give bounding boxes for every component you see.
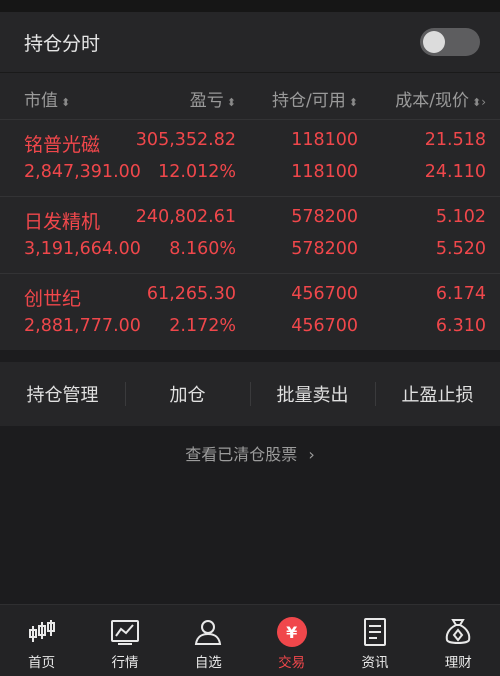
position-row[interactable]: 日发精机 240,802.61 578200 5.102 3,191,664.0… xyxy=(0,196,500,273)
current-price: 24.110 xyxy=(424,162,486,182)
view-cleared-stocks-link[interactable]: 查看已清仓股票 › xyxy=(0,441,500,465)
chevron-right-icon: › xyxy=(308,445,315,464)
column-label: 盈亏 xyxy=(189,91,224,111)
sort-icon: ⬍ xyxy=(61,96,71,109)
stock-name: 创世纪 xyxy=(24,288,82,310)
manage-positions-button[interactable]: 持仓管理 xyxy=(0,362,125,426)
batch-sell-button[interactable]: 批量卖出 xyxy=(250,362,375,426)
tab-label: 资讯 xyxy=(361,655,389,671)
available-qty: 578200 xyxy=(291,239,358,259)
column-holding[interactable]: 持仓/可用 ⬍ xyxy=(272,86,358,111)
tab-label: 自选 xyxy=(194,655,222,671)
sort-icon: ⬍ xyxy=(471,96,482,109)
candlestick-icon xyxy=(28,620,55,642)
money-bag-icon xyxy=(446,619,471,644)
cost-price: 21.518 xyxy=(424,130,486,150)
holding-qty: 118100 xyxy=(291,130,358,150)
column-market-value[interactable]: 市值 ⬍ xyxy=(24,86,70,111)
column-cost[interactable]: 成本/现价 ⬍› xyxy=(395,86,486,111)
holding-qty: 456700 xyxy=(291,284,358,304)
intraday-toggle-row: 持仓分时 xyxy=(0,12,500,73)
profit-loss: 240,802.61 xyxy=(135,207,236,227)
available-qty: 456700 xyxy=(291,316,358,336)
profit-loss-pct: 12.012% xyxy=(158,162,236,182)
position-actions: 持仓管理 加仓 批量卖出 止盈止损 xyxy=(0,362,500,426)
stock-name: 日发精机 xyxy=(24,211,101,233)
market-value: 2,847,391.00 xyxy=(24,162,141,182)
tab-watchlist[interactable]: 自选 xyxy=(167,605,250,676)
tab-trade[interactable]: ¥ 交易 xyxy=(250,605,333,676)
column-label: 持仓/可用 xyxy=(272,91,346,111)
tab-market[interactable]: 行情 xyxy=(83,605,166,676)
profit-loss-pct: 2.172% xyxy=(169,316,236,336)
status-strip xyxy=(0,0,500,12)
user-icon xyxy=(195,620,222,645)
yen-icon: ¥ xyxy=(276,617,307,647)
tab-home[interactable]: 首页 xyxy=(0,605,83,676)
position-row[interactable]: 创世纪 61,265.30 456700 6.174 2,881,777.00 … xyxy=(0,273,500,350)
current-price: 5.520 xyxy=(435,239,486,259)
available-qty: 118100 xyxy=(291,162,358,182)
toggle-knob xyxy=(423,31,445,53)
tab-label: 理财 xyxy=(444,655,472,671)
market-value: 2,881,777.00 xyxy=(24,316,141,336)
profit-loss: 305,352.82 xyxy=(135,130,236,150)
cost-price: 6.174 xyxy=(435,284,486,304)
stock-name: 铭普光磁 xyxy=(24,134,101,156)
column-label: 市值 xyxy=(24,91,58,111)
positions-list: 铭普光磁 305,352.82 118100 21.518 2,847,391.… xyxy=(0,119,500,350)
profit-loss-pct: 8.160% xyxy=(169,239,236,259)
document-icon xyxy=(363,618,386,646)
tab-wealth[interactable]: 理财 xyxy=(417,605,500,676)
column-label: 成本/现价 xyxy=(395,91,469,111)
table-header: 市值 ⬍ 盈亏 ⬍ 持仓/可用 ⬍ 成本/现价 ⬍› xyxy=(0,73,500,119)
profit-loss: 61,265.30 xyxy=(146,284,236,304)
position-row[interactable]: 铭普光磁 305,352.82 118100 21.518 2,847,391.… xyxy=(0,119,500,196)
chevron-right-icon: › xyxy=(481,95,486,109)
bottom-tab-bar: 首页 行情 自选 ¥ 交易 资讯 理财 xyxy=(0,604,500,676)
cost-price: 5.102 xyxy=(435,207,486,227)
trend-chart-icon xyxy=(110,620,139,645)
tab-label: 首页 xyxy=(28,655,56,671)
column-pl[interactable]: 盈亏 ⬍ xyxy=(190,86,236,111)
sort-icon: ⬍ xyxy=(226,96,236,109)
intraday-toggle[interactable] xyxy=(420,28,480,56)
header-title: 持仓分时 xyxy=(24,32,101,55)
market-value: 3,191,664.00 xyxy=(24,239,141,259)
sort-icon: ⬍ xyxy=(348,96,358,109)
tab-label: 行情 xyxy=(111,655,139,671)
tab-news[interactable]: 资讯 xyxy=(333,605,416,676)
tab-label: 交易 xyxy=(278,655,306,671)
holding-qty: 578200 xyxy=(291,207,358,227)
stop-profit-loss-button[interactable]: 止盈止损 xyxy=(375,362,500,426)
current-price: 6.310 xyxy=(435,316,486,336)
cleared-link-label: 查看已清仓股票 xyxy=(185,445,298,464)
add-position-button[interactable]: 加仓 xyxy=(125,362,250,426)
